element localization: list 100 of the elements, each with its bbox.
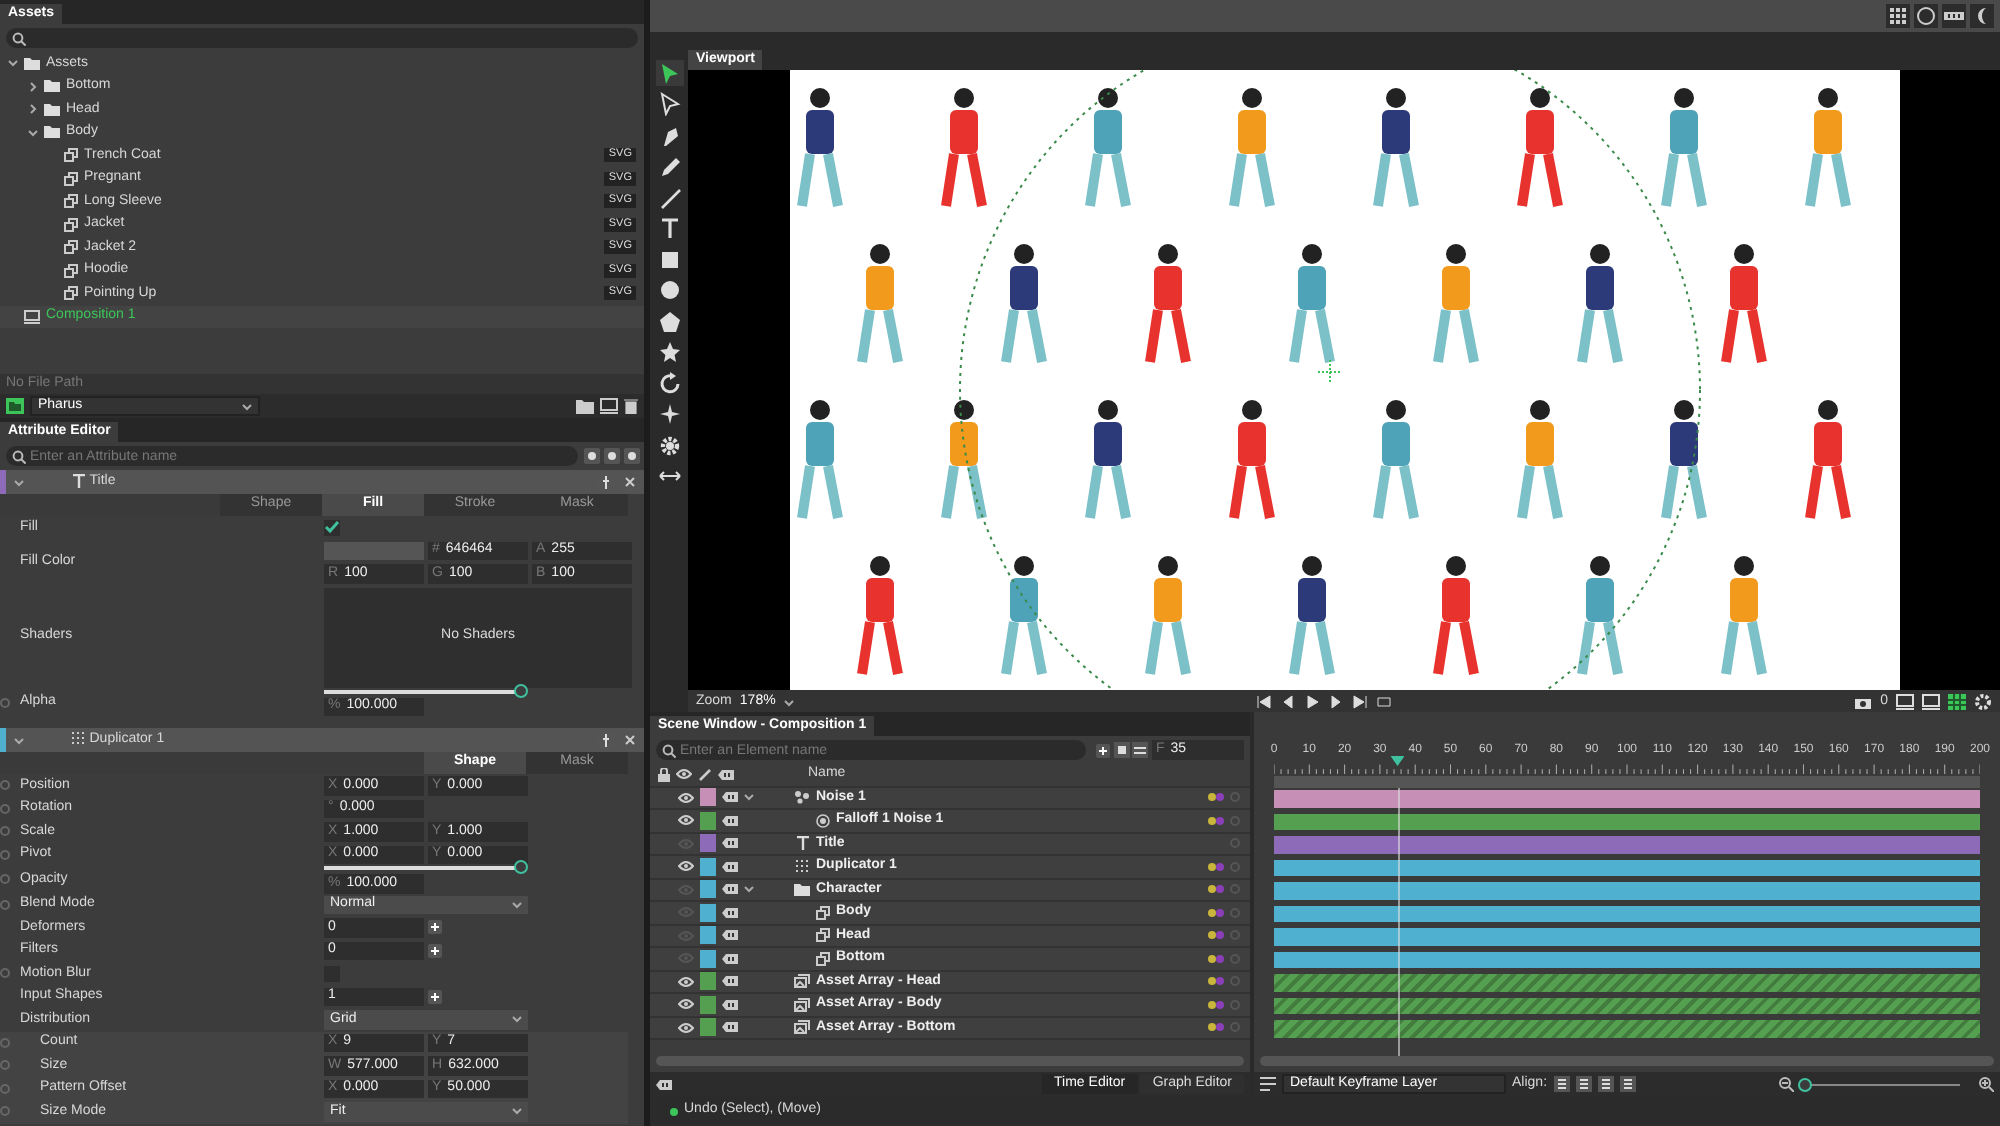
keyframe-toggle[interactable]: [0, 899, 10, 910]
keyframe-toggle[interactable]: [0, 849, 10, 860]
skip-forward-icon[interactable]: [1351, 694, 1368, 710]
clip-bar[interactable]: [1274, 859, 1980, 876]
slider-thumb[interactable]: [513, 860, 527, 874]
keyframe-dots-icon: [1208, 930, 1224, 941]
scrollbar[interactable]: [656, 1056, 1244, 1066]
grid-icon[interactable]: [1886, 4, 1910, 28]
skip-back-icon[interactable]: [1255, 694, 1272, 710]
keyframe-toggle[interactable]: [0, 826, 10, 837]
link-icon[interactable]: [604, 448, 620, 464]
list-icon[interactable]: [1260, 1076, 1276, 1092]
tool-button[interactable]: [655, 277, 683, 303]
align-center-icon[interactable]: [1575, 1076, 1592, 1092]
lock-icon: [658, 767, 670, 782]
zoom-out-icon[interactable]: [1778, 1076, 1794, 1092]
close-icon[interactable]: [622, 732, 638, 748]
color-swatch[interactable]: [324, 541, 424, 560]
keyframe-toggle[interactable]: [0, 803, 10, 814]
folder-icon[interactable]: [576, 398, 594, 414]
keyframe-toggle[interactable]: [0, 1106, 10, 1117]
scrollbar[interactable]: [1260, 1056, 1994, 1066]
keyframe-toggle[interactable]: [0, 1083, 10, 1094]
monitor-icon[interactable]: [600, 398, 618, 414]
monitor-icon[interactable]: [1896, 694, 1914, 710]
tool-button[interactable]: [655, 60, 683, 86]
folder-icon: [794, 883, 810, 896]
chevron-down-icon[interactable]: [8, 58, 18, 69]
align-right-icon[interactable]: [1597, 1076, 1614, 1092]
circle-icon[interactable]: [1914, 4, 1938, 28]
grid-icon[interactable]: [1948, 694, 1966, 710]
tool-button[interactable]: [655, 432, 683, 458]
clip-bar[interactable]: [1274, 836, 1980, 853]
clip-bar[interactable]: [1274, 882, 1980, 899]
chevron-down-icon[interactable]: [512, 899, 522, 910]
zoom-slider-thumb[interactable]: [1797, 1077, 1812, 1091]
camera-icon[interactable]: [1854, 695, 1873, 709]
tool-button[interactable]: [655, 308, 683, 334]
playhead[interactable]: [1390, 756, 1405, 766]
pentagon-icon: [657, 309, 681, 333]
keyframe-toggle[interactable]: [0, 1060, 10, 1071]
tag-icon: [722, 815, 738, 826]
chevron-down-icon[interactable]: [14, 477, 24, 487]
sliders-icon[interactable]: [1132, 742, 1149, 758]
square-icon: [657, 247, 681, 271]
step-forward-icon[interactable]: [1327, 694, 1344, 710]
step-back-icon[interactable]: [1279, 694, 1296, 710]
film-icon[interactable]: [1942, 4, 1966, 28]
moon-icon[interactable]: [1970, 4, 1994, 28]
settings-icon[interactable]: [1974, 694, 1992, 710]
filter-icon[interactable]: [584, 448, 600, 464]
clip-bar[interactable]: [1274, 951, 1980, 968]
layers-icon[interactable]: [1113, 742, 1129, 758]
clip-bar[interactable]: [1274, 790, 1980, 807]
chevron-down-icon[interactable]: [783, 697, 794, 707]
keyframe-toggle[interactable]: [0, 874, 10, 885]
chevron-down-icon[interactable]: [744, 792, 754, 803]
clip-bar[interactable]: [1274, 1020, 1980, 1037]
clip-bar[interactable]: [1274, 997, 1980, 1014]
tool-button[interactable]: [655, 339, 683, 365]
clip-bar[interactable]: [1274, 974, 1980, 991]
tool-button[interactable]: [655, 370, 683, 396]
pin-icon[interactable]: [598, 732, 614, 748]
search-field[interactable]: [6, 28, 638, 48]
keyframe-toggle[interactable]: [0, 780, 10, 791]
tool-button[interactable]: [655, 91, 683, 117]
chevron-down-icon[interactable]: [512, 1014, 522, 1025]
chevron-right-icon[interactable]: [28, 104, 38, 115]
frame-fit-icon[interactable]: [1619, 1076, 1636, 1092]
trash-icon[interactable]: [624, 398, 638, 414]
tag-icon: [722, 999, 738, 1010]
monitor-icon: [24, 309, 40, 324]
plus-icon[interactable]: [1095, 743, 1110, 757]
pin-icon[interactable]: [598, 474, 614, 490]
chevron-down-icon[interactable]: [512, 1106, 522, 1117]
text-tool-icon: [657, 216, 681, 240]
clip-bar[interactable]: [1274, 928, 1980, 945]
plus-icon[interactable]: [428, 920, 442, 935]
zoom-in-icon[interactable]: [1978, 1076, 1994, 1092]
chevron-down-icon[interactable]: [28, 127, 38, 138]
keyframe-toggle[interactable]: [0, 1037, 10, 1048]
plus-icon[interactable]: [428, 943, 442, 958]
align-left-icon[interactable]: [1553, 1076, 1570, 1092]
crosshair-icon: [1316, 359, 1342, 385]
chevron-down-icon[interactable]: [744, 884, 754, 895]
close-icon[interactable]: [622, 474, 638, 490]
keyframe-dots-icon: [1208, 861, 1224, 872]
clip-bar[interactable]: [1274, 813, 1980, 830]
keyframe-dots-icon: [1208, 1022, 1224, 1033]
chevron-down-icon[interactable]: [242, 401, 252, 411]
monitor-icon[interactable]: [1922, 694, 1940, 710]
checkbox[interactable]: [324, 519, 340, 536]
keyframe-toggle[interactable]: [0, 697, 10, 708]
loop-icon[interactable]: [1375, 694, 1392, 710]
camera-icon[interactable]: [624, 448, 640, 464]
clip-bar[interactable]: [1274, 905, 1980, 922]
keyframe-toggle[interactable]: [0, 968, 10, 979]
chevron-down-icon[interactable]: [14, 735, 24, 745]
chevron-right-icon[interactable]: [28, 81, 38, 92]
plus-icon[interactable]: [428, 989, 442, 1004]
